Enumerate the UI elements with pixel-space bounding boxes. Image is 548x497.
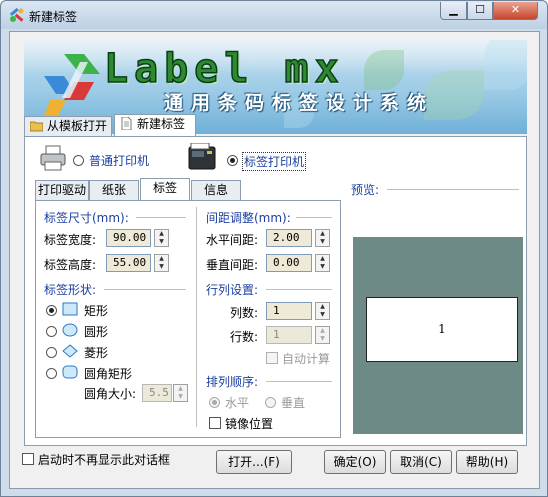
close-button[interactable]: ✕ bbox=[493, 2, 538, 20]
preview-title: 预览: bbox=[351, 183, 380, 197]
order-horizontal-label[interactable]: 水平 bbox=[225, 394, 249, 411]
label-height-label: 标签高度: bbox=[44, 258, 97, 272]
order-section: 排列顺序: bbox=[206, 375, 259, 389]
folder-icon bbox=[30, 121, 43, 132]
cols-label: 列数: bbox=[230, 306, 259, 320]
label-height-spin-buttons[interactable]: ▲ ▼ bbox=[154, 254, 169, 272]
label-width-label: 标签宽度: bbox=[44, 233, 97, 247]
layout-section: 行列设置: bbox=[206, 283, 259, 297]
tab-new-label[interactable]: 新建标签 bbox=[114, 114, 196, 136]
document-icon bbox=[121, 117, 132, 130]
h-spacing-value[interactable]: 2.00 bbox=[266, 229, 312, 247]
order-vertical-label[interactable]: 垂直 bbox=[281, 394, 305, 411]
corner-size-spin-buttons[interactable]: ▲ ▼ bbox=[173, 384, 188, 402]
cols-value[interactable]: 1 bbox=[266, 302, 312, 320]
tab-new-label-label: 新建标签 bbox=[137, 117, 186, 131]
no-show-label[interactable]: 启动时不再显示此对话框 bbox=[38, 451, 170, 468]
tab-print-driver[interactable]: 打印驱动 bbox=[35, 180, 89, 200]
cancel-button[interactable]: 取消(C) bbox=[390, 450, 452, 474]
dialog-body: Label mx 通用条码标签设计系统 从模板打开 新建标签 普通打印机 标签打… bbox=[9, 31, 540, 489]
label-height-value[interactable]: 55.00 bbox=[106, 254, 151, 272]
shape-rounded-label[interactable]: 圆角矩形 bbox=[84, 365, 132, 382]
label-width-spin-buttons[interactable]: ▲ ▼ bbox=[154, 229, 169, 247]
dialog-window: 新建标签 ▁ ☐ ✕ Label mx 通用条码标签设计系统 从模板打开 新建标… bbox=[0, 0, 548, 497]
v-spacing-spin-buttons[interactable]: ▲ ▼ bbox=[315, 254, 330, 272]
mirror-checkbox[interactable] bbox=[209, 417, 221, 429]
tab-open-template-label: 从模板打开 bbox=[47, 119, 108, 133]
label-settings-panel: 标签尺寸(mm): 标签宽度: 90.00 ▲ ▼ 标签高度: 55.00 ▲ ▼ … bbox=[35, 200, 341, 438]
normal-printer-label[interactable]: 普通打印机 bbox=[89, 152, 149, 169]
mirror-label[interactable]: 镜像位置 bbox=[225, 415, 273, 432]
shape-rounded-radio[interactable] bbox=[46, 368, 57, 379]
logo-icon bbox=[44, 54, 100, 116]
banner-logo-text: Label mx bbox=[103, 45, 345, 93]
window-title: 新建标签 bbox=[29, 10, 78, 24]
shape-rect-label[interactable]: 矩形 bbox=[84, 302, 108, 319]
app-icon bbox=[9, 7, 24, 22]
h-spacing-spin-buttons[interactable]: ▲ ▼ bbox=[315, 229, 330, 247]
rows-label: 行数: bbox=[230, 330, 259, 344]
tab-paper[interactable]: 纸张 bbox=[89, 180, 139, 200]
spacing-section: 间距调整(mm): bbox=[206, 211, 291, 225]
v-spacing-value[interactable]: 0.00 bbox=[266, 254, 312, 272]
label-printer-icon bbox=[188, 143, 216, 170]
tab-info[interactable]: 信息 bbox=[191, 180, 241, 200]
rows-spin-buttons[interactable]: ▲ ▼ bbox=[315, 326, 330, 344]
v-spacing-label: 垂直间距: bbox=[206, 258, 259, 272]
minimize-button[interactable]: ▁ bbox=[440, 2, 467, 20]
maximize-button[interactable]: ☐ bbox=[467, 2, 493, 20]
label-preview: 1 bbox=[353, 237, 523, 434]
corner-size-label: 圆角大小: bbox=[84, 387, 137, 401]
no-show-checkbox[interactable] bbox=[22, 453, 34, 465]
help-button[interactable]: 帮助(H) bbox=[456, 450, 518, 474]
banner-subtitle: 通用条码标签设计系统 bbox=[164, 92, 435, 114]
normal-printer-radio[interactable] bbox=[73, 155, 84, 166]
ellipse-icon bbox=[62, 323, 78, 337]
tab-open-template[interactable]: 从模板打开 bbox=[24, 116, 112, 136]
label-shape-section: 标签形状: bbox=[44, 283, 97, 297]
tab-label[interactable]: 标签 bbox=[140, 178, 190, 200]
order-vertical-radio[interactable] bbox=[265, 397, 276, 408]
rounded-rectangle-icon bbox=[62, 365, 78, 379]
rectangle-icon bbox=[62, 302, 78, 316]
shape-rect-radio[interactable] bbox=[46, 305, 57, 316]
order-horizontal-radio[interactable] bbox=[209, 397, 220, 408]
shape-diamond-radio[interactable] bbox=[46, 347, 57, 358]
corner-size-value[interactable]: 5.5 bbox=[142, 384, 172, 402]
label-printer-radio[interactable] bbox=[227, 155, 238, 166]
label-size-section: 标签尺寸(mm): bbox=[44, 211, 129, 225]
label-width-value[interactable]: 90.00 bbox=[106, 229, 151, 247]
label-printer-label[interactable]: 标签打印机 bbox=[242, 152, 307, 171]
new-label-panel: 普通打印机 标签打印机 打印驱动 纸张 标签 信息 标签尺寸(mm): 标签宽度… bbox=[24, 136, 527, 446]
cols-spin-buttons[interactable]: ▲ ▼ bbox=[315, 302, 330, 320]
shape-diamond-label[interactable]: 菱形 bbox=[84, 344, 108, 361]
normal-printer-icon bbox=[40, 145, 66, 171]
auto-calc-label[interactable]: 自动计算 bbox=[282, 350, 330, 367]
h-spacing-label: 水平间距: bbox=[206, 233, 259, 247]
preview-label: 1 bbox=[366, 297, 518, 362]
diamond-icon bbox=[62, 344, 78, 358]
title-bar[interactable]: 新建标签 ▁ ☐ ✕ bbox=[1, 1, 547, 29]
ok-button[interactable]: 确定(O) bbox=[324, 450, 386, 474]
shape-circle-label[interactable]: 圆形 bbox=[84, 323, 108, 340]
rows-value[interactable]: 1 bbox=[266, 326, 312, 344]
auto-calc-checkbox[interactable] bbox=[266, 352, 278, 364]
open-button[interactable]: 打开...(F) bbox=[216, 450, 292, 474]
shape-circle-radio[interactable] bbox=[46, 326, 57, 337]
